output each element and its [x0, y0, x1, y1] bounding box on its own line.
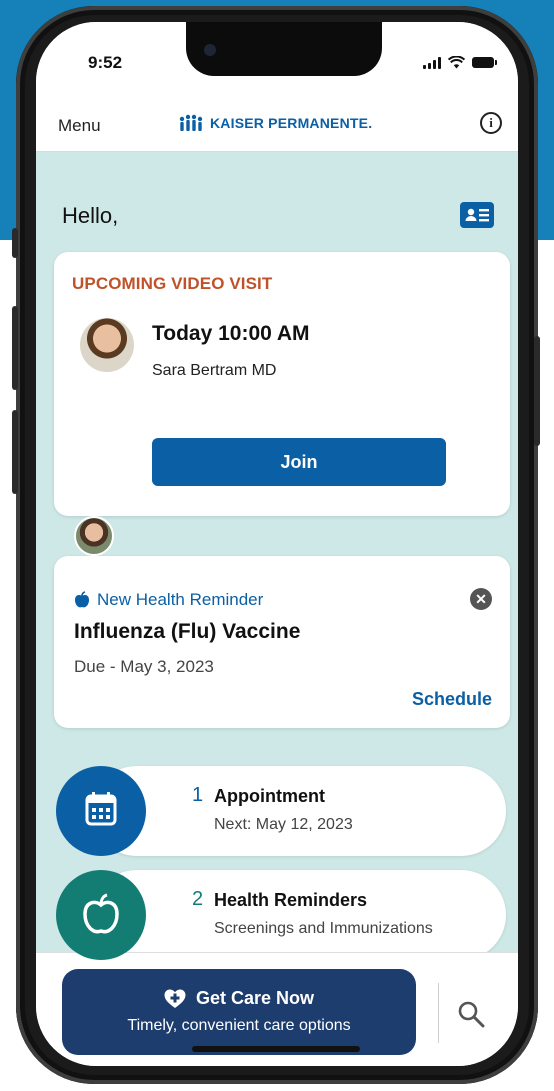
home-indicator[interactable] [192, 1046, 360, 1052]
mute-switch [12, 228, 18, 258]
join-button[interactable]: Join [152, 438, 446, 486]
reminders-subtitle: Screenings and Immunizations [214, 920, 433, 937]
doctor-avatar [80, 318, 134, 372]
volume-down-button [12, 410, 18, 494]
visit-time: Today 10:00 AM [152, 322, 310, 345]
reminders-title: Health Reminders [214, 890, 368, 910]
id-card-icon [465, 208, 489, 222]
wifi-icon [448, 56, 465, 69]
apple-icon-circle[interactable] [56, 870, 146, 960]
status-icons [423, 56, 497, 69]
member-id-card-button[interactable] [460, 202, 494, 228]
app-header: Menu KAISER PERMANENTE. i [36, 96, 518, 152]
menu-button[interactable]: Menu [58, 116, 101, 136]
front-camera [204, 44, 216, 56]
reminder-tag: New Health Reminder [74, 590, 263, 610]
heart-plus-icon [164, 989, 186, 1008]
appointment-title: Appointment [214, 786, 325, 806]
search-icon [458, 1001, 485, 1028]
close-icon[interactable]: ✕ [470, 588, 492, 610]
reminders-count: 2 [192, 888, 204, 910]
video-visit-card: UPCOMING VIDEO VISIT Today 10:00 AM Sara… [54, 252, 510, 516]
divider [438, 983, 439, 1043]
video-visit-label: UPCOMING VIDEO VISIT [72, 274, 273, 293]
status-time: 9:52 [88, 53, 123, 72]
health-reminder-card[interactable]: New Health Reminder ✕ Influenza (Flu) Va… [54, 556, 510, 728]
calendar-icon-circle[interactable] [56, 766, 146, 856]
cellular-signal-icon [423, 56, 441, 69]
kp-people-icon [179, 114, 203, 131]
reminder-title: Influenza (Flu) Vaccine [74, 620, 301, 643]
app-screen: 9:52 Menu KAISER PERMANENTE. i Hello, UP… [36, 22, 518, 1066]
search-button[interactable] [456, 999, 486, 1029]
apple-icon [75, 591, 89, 608]
appointment-count: 1 [192, 784, 204, 806]
info-icon[interactable]: i [480, 112, 502, 134]
schedule-link[interactable]: Schedule [412, 689, 492, 710]
greeting: Hello, [62, 203, 119, 228]
power-button [534, 336, 540, 446]
kaiser-logo: KAISER PERMANENTE. [178, 114, 372, 132]
battery-icon [472, 57, 497, 68]
reminder-avatar [74, 516, 114, 556]
appointment-next: Next: May 12, 2023 [214, 816, 353, 833]
volume-up-button [12, 306, 18, 390]
get-care-top-row: Get Care Now [62, 988, 416, 1009]
get-care-label: Get Care Now [195, 988, 315, 1008]
apple-outline-icon [83, 893, 119, 934]
visit-doctor: Sara Bertram MD [152, 362, 277, 379]
health-reminders-summary[interactable]: 2 Health Reminders Screenings and Immuni… [92, 870, 506, 960]
reminder-tag-label: New Health Reminder [97, 590, 264, 609]
appointment-summary[interactable]: 1 Appointment Next: May 12, 2023 [92, 766, 506, 856]
logo-text: KAISER PERMANENTE. [210, 115, 373, 131]
reminder-due-date: Due - May 3, 2023 [74, 657, 214, 676]
get-care-now-button[interactable]: Get Care Now Timely, convenient care opt… [62, 969, 416, 1055]
get-care-subtitle: Timely, convenient care options [127, 1017, 351, 1034]
calendar-icon [85, 792, 117, 826]
